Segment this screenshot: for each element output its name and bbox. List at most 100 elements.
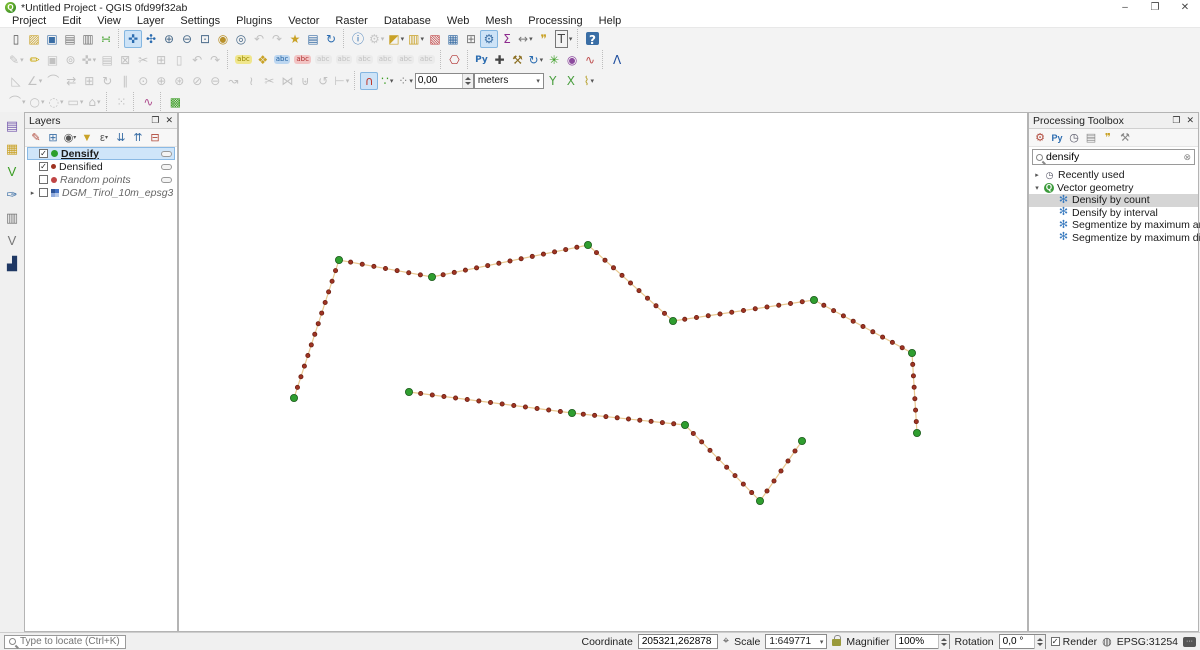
enable-tracing-dropdown-icon[interactable]: ▾	[591, 77, 595, 85]
text-annotation-dropdown-icon[interactable]: ▾	[569, 35, 573, 43]
options[interactable]: ⚒	[1117, 130, 1133, 146]
new-bookmark[interactable]: ★	[286, 30, 304, 48]
enable-tracing[interactable]: ⌇▾	[580, 72, 598, 90]
deselect-features[interactable]: ▧	[426, 30, 444, 48]
help[interactable]: ?	[583, 30, 601, 48]
zoom-to-layer[interactable]: ◎	[232, 30, 250, 48]
snapping-type-dropdown-icon[interactable]: ▾	[409, 77, 413, 85]
tree-chevron-icon[interactable]: ▸	[1033, 171, 1041, 179]
lock-scale-icon[interactable]	[832, 639, 841, 647]
plugin-star[interactable]: ✳	[545, 51, 563, 69]
snapping-tolerance-spinner[interactable]	[462, 74, 473, 88]
clear-search-icon[interactable]: ⊗	[1183, 152, 1191, 163]
filter-legend[interactable]: ▼	[79, 130, 95, 146]
select-features-dropdown-icon[interactable]: ▾	[401, 35, 405, 43]
hexagon-tool[interactable]: ⎔	[446, 51, 464, 69]
layout-manager[interactable]: ▤	[61, 30, 79, 48]
menu-processing[interactable]: Processing	[520, 15, 590, 28]
snapping-units[interactable]: meters▾	[474, 73, 544, 89]
menu-vector[interactable]: Vector	[280, 15, 327, 28]
zoom-to-selection[interactable]: ◉	[214, 30, 232, 48]
refresh-map[interactable]: ↻	[322, 30, 340, 48]
minimize-button[interactable]: –	[1110, 0, 1140, 15]
menu-plugins[interactable]: Plugins	[228, 15, 280, 28]
layer-expander-icon[interactable]: ▸	[29, 189, 36, 197]
menu-settings[interactable]: Settings	[172, 15, 228, 28]
menu-mesh[interactable]: Mesh	[477, 15, 520, 28]
show-bookmarks[interactable]: ▤	[304, 30, 322, 48]
manage-map-themes[interactable]: ◉▾	[62, 130, 78, 146]
layer-visibility-checkbox[interactable]	[39, 149, 48, 158]
add-group[interactable]: ⊞	[45, 130, 61, 146]
plugin-debug[interactable]: ✚	[491, 51, 509, 69]
coordinate-input[interactable]	[639, 636, 717, 647]
new-project[interactable]: ▯	[7, 30, 25, 48]
remove-layer[interactable]: ⊟	[147, 130, 163, 146]
statistical-summary[interactable]: Σ	[498, 30, 516, 48]
zoom-full[interactable]: ⊡	[196, 30, 214, 48]
plugin-lambda[interactable]: Λ	[608, 51, 626, 69]
history[interactable]: ◷	[1066, 130, 1082, 146]
collapse-all[interactable]: ⇈	[130, 130, 146, 146]
coordinate-extent-toggle-icon[interactable]: ⌖	[723, 635, 729, 648]
processing-history-dropdown-icon[interactable]: ▾	[540, 56, 544, 64]
scale-combo[interactable]: 1:649771 ▾	[765, 634, 827, 649]
layer-row[interactable]: Densified	[27, 160, 175, 173]
messages-icon[interactable]: ···	[1183, 637, 1196, 647]
tree-item[interactable]: ▸◷Recently used	[1029, 169, 1198, 182]
layer-row[interactable]: Densify	[27, 147, 175, 160]
menu-raster[interactable]: Raster	[327, 15, 375, 28]
processing-close-icon[interactable]: ✕	[1186, 115, 1194, 126]
draw-circle-dropdown-icon[interactable]: ▾	[41, 98, 45, 106]
snapping-mode-dropdown-icon[interactable]: ▾	[390, 77, 394, 85]
locator-input[interactable]	[20, 636, 121, 647]
vertex-tool-dropdown-icon[interactable]: ▾	[93, 56, 97, 64]
elevation-profile[interactable]: ∿	[139, 93, 157, 111]
new-geopackage-layer[interactable]: ✑	[3, 187, 21, 203]
menu-view[interactable]: View	[89, 15, 129, 28]
layer-visibility-checkbox[interactable]	[39, 162, 48, 171]
crs-globe-icon[interactable]: ◍	[1102, 635, 1112, 648]
tree-chevron-icon[interactable]: ▾	[1033, 184, 1041, 192]
magnifier-spinner[interactable]	[938, 635, 949, 649]
pin-labels[interactable]: abc	[272, 51, 293, 69]
snapping-on-intersection[interactable]: X	[562, 72, 580, 90]
processing-history[interactable]: ↻▾	[527, 51, 546, 69]
plugin-chart[interactable]: ∿	[581, 51, 599, 69]
close-button[interactable]: ✕	[1170, 0, 1200, 15]
toggle-editing[interactable]: ✏	[26, 51, 44, 69]
menu-project[interactable]: Project	[4, 15, 54, 28]
menu-layer[interactable]: Layer	[129, 15, 173, 28]
filter-legend-by-expression[interactable]: ε▾	[96, 130, 112, 146]
measure[interactable]: ↔▾	[516, 30, 535, 48]
rotation-input[interactable]	[1000, 636, 1034, 647]
add-vector-layer[interactable]: V	[3, 164, 21, 180]
menu-database[interactable]: Database	[376, 15, 439, 28]
python-console[interactable]: Py	[473, 51, 491, 69]
tree-item[interactable]: ✻Segmentize by maximum distance	[1029, 232, 1198, 245]
layer-labeling[interactable]: abc	[233, 51, 254, 69]
zoom-out[interactable]: ⊖	[178, 30, 196, 48]
add-database-layer[interactable]: ▥	[3, 210, 21, 226]
open-project[interactable]: ▨	[25, 30, 43, 48]
style-manager[interactable]: ∺	[97, 30, 115, 48]
restore-button[interactable]: ❐	[1140, 0, 1170, 15]
run-feature-action-dropdown-icon[interactable]: ▾	[381, 35, 385, 43]
edit-features-in-place[interactable]: ❞	[1100, 130, 1116, 146]
processing-search-input[interactable]	[1046, 151, 1180, 163]
digitize-with-curve-dropdown-icon[interactable]: ▾	[39, 77, 43, 85]
project-properties[interactable]: ▥	[79, 30, 97, 48]
data-source-manager[interactable]: ▤	[3, 118, 21, 134]
layer-row[interactable]: ▸DGM_Tirol_10m_epsg31254	[27, 186, 175, 199]
pan-to-selection[interactable]: ✣	[142, 30, 160, 48]
tree-item[interactable]: ✻Segmentize by maximum angle	[1029, 219, 1198, 232]
select-by-value[interactable]: ▥▾	[406, 30, 426, 48]
layer-row[interactable]: Random points	[27, 173, 175, 186]
menu-help[interactable]: Help	[591, 15, 630, 28]
processing-toolbox-toggle[interactable]: ⚙	[480, 30, 498, 48]
zoom-in[interactable]: ⊕	[160, 30, 178, 48]
plugin-green-layer[interactable]: ▩	[166, 93, 184, 111]
text-annotation[interactable]: T▾	[553, 30, 575, 48]
layers-float-icon[interactable]: ❐	[151, 115, 159, 126]
add-raster-layer[interactable]: ▦	[3, 141, 21, 157]
